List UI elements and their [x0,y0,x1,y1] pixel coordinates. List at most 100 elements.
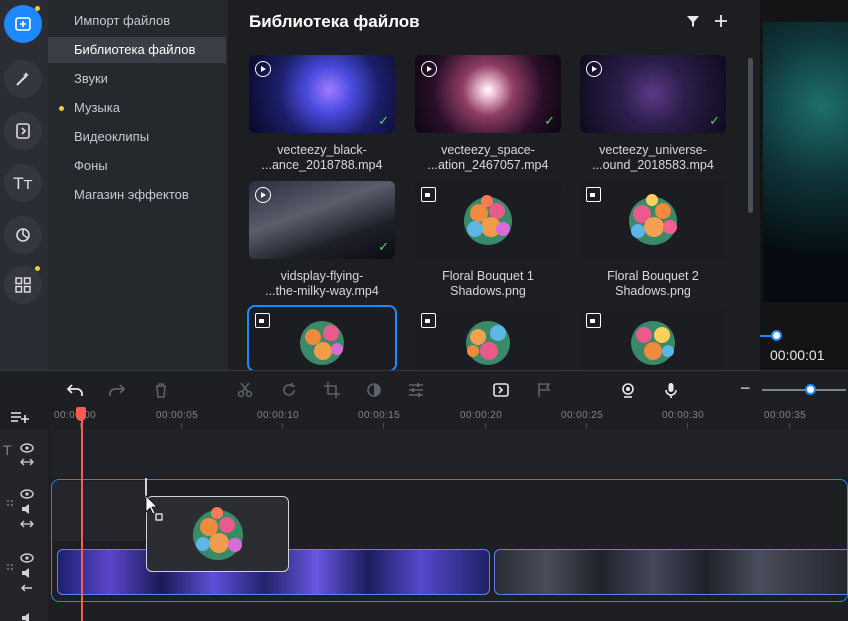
file-name: vecteezy_space- ...ation_2467057.mp4 [427,143,549,172]
webcam-record-button[interactable] [619,381,637,399]
time-ruler[interactable]: 00:00:00 00:00:05 00:00:10 00:00:15 00:0… [50,407,848,429]
library-tile[interactable] [580,307,726,370]
filters-tab-button[interactable] [4,216,42,254]
flower-bouquet-image [300,321,344,365]
flower-bouquet-image [631,321,675,365]
file-name: vecteezy_universe- ...ound_2018583.mp4 [592,143,714,172]
undo-button[interactable] [66,381,84,399]
transitions-tab-button[interactable] [4,112,42,150]
link-icon[interactable] [20,455,34,467]
speaker-icon[interactable] [20,611,34,621]
ruler-tick-label: 00:00:20 [460,410,503,421]
zoom-slider-knob[interactable] [805,384,816,395]
image-thumbnail [580,181,726,259]
webcam-icon [622,383,634,398]
voice-record-button[interactable] [662,381,680,399]
added-check-icon: ✓ [709,113,720,128]
library-tile[interactable]: Floral Bouquet 1 Shadows.png [415,181,561,299]
eye-icon[interactable] [20,487,34,499]
file-name: vidsplay-flying- ...the-milky-way.mp4 [265,269,379,298]
drag-handle-icon[interactable] [3,497,13,509]
eye-icon[interactable] [20,551,34,563]
more-tools-grid-icon [15,277,31,293]
library-tile[interactable] [415,307,561,370]
video-play-icon [421,61,437,77]
add-marker-button[interactable] [535,381,553,399]
crop-button[interactable] [323,381,341,399]
menu-item-sounds[interactable]: Звуки [48,66,226,92]
library-tile[interactable]: ✓ vecteezy_universe- ...ound_2018583.mp4 [580,55,726,173]
menu-item-label: Музыка [74,100,120,115]
speaker-icon[interactable] [20,566,34,578]
track-headers: T [0,429,48,621]
effects-tab-button[interactable] [4,60,42,98]
preview-time: 00:00:01 [770,347,825,363]
redo-button[interactable] [108,381,126,399]
delete-button[interactable] [152,381,170,399]
library-title: Библиотека файлов [249,12,420,31]
library-scrollbar[interactable] [748,58,753,213]
menu-item-label: Импорт файлов [74,13,171,28]
add-track-icon[interactable] [10,409,30,425]
library-tile[interactable]: ✓ vidsplay-flying- ...the-milky-way.mp4 [249,181,395,299]
filter-icon[interactable] [686,14,700,28]
library-tile[interactable]: ✓ vecteezy_black- ...ance_2018788.mp4 [249,55,395,173]
arrow-left-icon[interactable] [20,581,34,593]
library-tile-selected[interactable] [247,305,397,372]
speaker-icon[interactable] [20,502,34,514]
dragged-image-preview [146,496,289,572]
menu-item-music[interactable]: Музыка [48,95,226,121]
menu-item-label: Фоны [74,158,108,173]
menu-item-library[interactable]: Библиотека файлов [48,37,226,63]
ruler-tick [789,423,790,428]
cut-button[interactable] [236,381,254,399]
ruler-tick-label: 00:00:05 [156,410,199,421]
video-thumbnail: ✓ [580,55,726,133]
clip-properties-button[interactable] [407,381,425,399]
microphone-icon [665,383,677,398]
file-name: vecteezy_black- ...ance_2018788.mp4 [261,143,383,172]
library-toolbar [686,14,728,28]
library-tile[interactable]: ✓ vecteezy_space- ...ation_2467057.mp4 [415,55,561,173]
eye-icon[interactable] [20,441,34,453]
image-thumbnail [580,307,726,370]
preview-scrubber[interactable] [771,330,782,341]
overlay-track-area[interactable] [53,481,145,541]
zoom-slider-track[interactable] [762,389,846,391]
rotate-icon [283,383,295,396]
titles-tab-button[interactable]: Tт [4,164,42,202]
added-check-icon: ✓ [544,113,555,128]
more-tools-tab-button[interactable] [4,266,42,304]
flower-bouquet-image [193,507,243,560]
video-editor-window: Tт Импорт файлов Библиотека файлов Звуки… [0,0,848,621]
menu-item-label: Видеоклипы [74,129,150,144]
flower-bouquet-image [464,195,512,245]
drag-handle-icon[interactable] [3,561,13,573]
menu-item-backgrounds[interactable]: Фоны [48,153,226,179]
video-play-icon [586,61,602,77]
rotate-button[interactable] [280,381,298,399]
ruler-tick-label: 00:00:35 [764,410,807,421]
playhead-line [81,419,83,621]
library-tile[interactable]: Floral Bouquet 2 Shadows.png [580,181,726,299]
file-name: Floral Bouquet 2 Shadows.png [607,269,699,298]
title-track[interactable] [50,429,848,477]
timeline-toolbar: − [0,371,848,407]
menu-item-label: Библиотека файлов [74,42,196,57]
sliders-icon [409,383,423,397]
timeline-clip-milky-way[interactable] [494,549,848,595]
menu-item-video-clips[interactable]: Видеоклипы [48,124,226,150]
scissors-icon [237,382,253,398]
color-adjust-button[interactable] [365,381,383,399]
add-icon[interactable] [714,14,728,28]
ruler-tick [485,423,486,428]
image-thumbnail [247,305,397,372]
menu-item-effects-store[interactable]: Магазин эффектов [48,182,226,208]
category-menu: Импорт файлов Библиотека файлов Звуки Му… [48,0,228,370]
insert-transition-button[interactable] [492,381,510,399]
menu-item-import[interactable]: Импорт файлов [48,8,226,34]
preview-video-frame[interactable] [763,22,848,302]
zoom-out-button[interactable]: − [740,378,751,399]
link-icon[interactable] [20,517,34,529]
video-thumbnail: ✓ [249,55,395,133]
